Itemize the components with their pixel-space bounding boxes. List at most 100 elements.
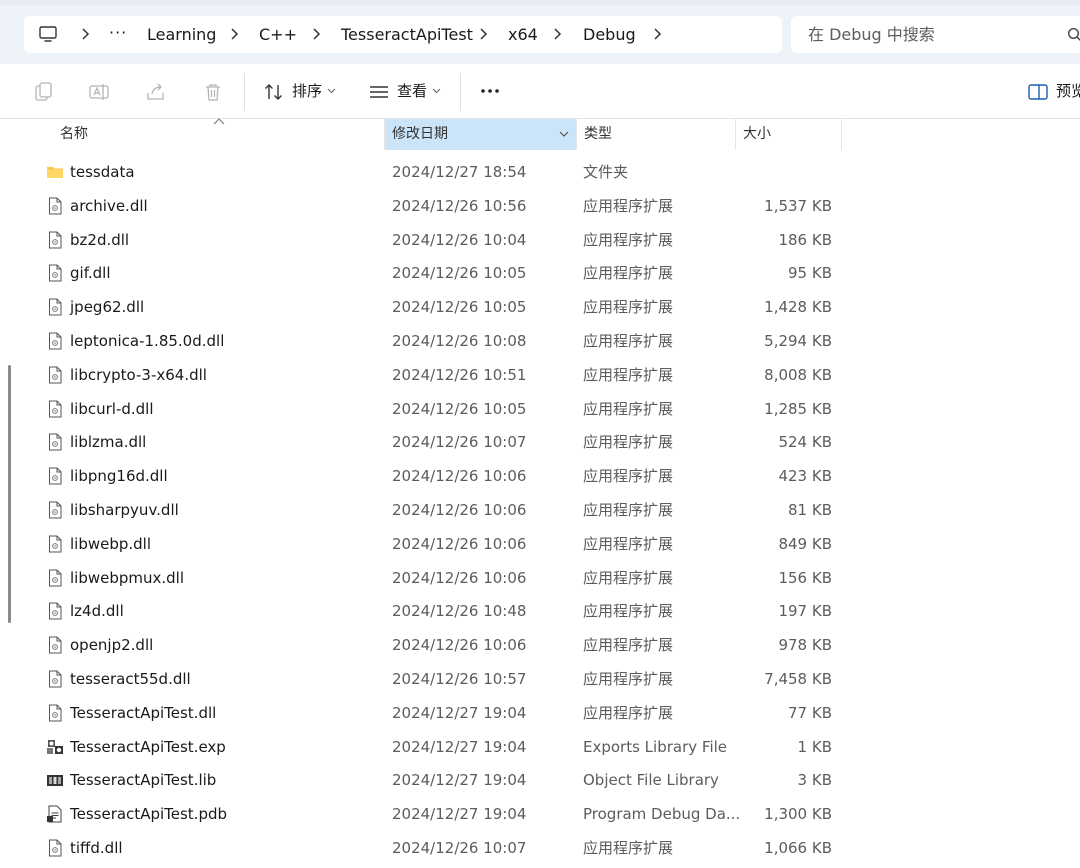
file-size: 1,285 KB: [764, 399, 832, 418]
file-row[interactable]: libsharpyuv.dll 2024/12/26 10:06 应用程序扩展 81 …: [20, 493, 1080, 527]
search-icon[interactable]: [1067, 27, 1080, 43]
file-name: tessdata: [70, 163, 135, 181]
chevron-right-icon[interactable]: [476, 26, 490, 42]
dll-file-icon: [46, 231, 64, 249]
command-bar: 排序 查看 预览: [0, 64, 1080, 119]
file-row[interactable]: TesseractApiTest.pdb 2024/12/27 19:04 Prog…: [20, 797, 1080, 831]
file-row[interactable]: TesseractApiTest.exp 2024/12/27 19:04 Expo…: [20, 730, 1080, 764]
file-type: 应用程序扩展: [583, 433, 674, 452]
copy-icon[interactable]: [32, 81, 54, 103]
column-separator[interactable]: [735, 119, 736, 150]
column-separator[interactable]: [384, 119, 385, 150]
dll-file-icon: [46, 535, 64, 553]
file-row[interactable]: TesseractApiTest.lib 2024/12/27 19:04 Obje…: [20, 763, 1080, 797]
vertical-scrollbar-thumb[interactable]: [8, 365, 11, 623]
share-icon[interactable]: [145, 81, 167, 103]
column-header-date[interactable]: 修改日期: [392, 119, 448, 150]
file-size: 95 KB: [788, 264, 832, 283]
file-row[interactable]: libwebp.dll 2024/12/26 10:06 应用程序扩展 849 KB: [20, 527, 1080, 561]
file-name: tiffd.dll: [70, 839, 123, 857]
chevron-right-icon[interactable]: [227, 26, 241, 42]
file-name: openjp2.dll: [70, 636, 154, 655]
file-row[interactable]: jpeg62.dll 2024/12/26 10:05 应用程序扩展 1,428 KB: [20, 290, 1080, 324]
chevron-down-icon[interactable]: [327, 88, 336, 94]
breadcrumb-segment-cpp[interactable]: C++: [259, 16, 297, 53]
file-size: 978 KB: [778, 636, 832, 655]
file-date: 2024/12/26 10:06: [392, 534, 527, 553]
sort-button[interactable]: 排序: [292, 64, 322, 118]
address-bar-region: ··· Learning C++ TesseractApiTest x64 De…: [0, 0, 1080, 65]
sort-icon[interactable]: [263, 81, 285, 103]
chevron-right-icon[interactable]: [650, 26, 664, 42]
file-row[interactable]: openjp2.dll 2024/12/26 10:06 应用程序扩展 978 KB: [20, 628, 1080, 662]
breadcrumb[interactable]: ··· Learning C++ TesseractApiTest x64 De…: [24, 16, 782, 53]
preview-pane-icon[interactable]: [1027, 81, 1049, 103]
column-separator[interactable]: [841, 119, 842, 150]
chevron-right-icon[interactable]: [78, 26, 92, 42]
file-size: 5,294 KB: [764, 332, 832, 350]
column-header-size[interactable]: 大小: [743, 119, 771, 150]
file-date: 2024/12/26 10:06: [392, 568, 527, 587]
file-row[interactable]: libpng16d.dll 2024/12/26 10:06 应用程序扩展 423 K…: [20, 459, 1080, 493]
file-row[interactable]: tesseract55d.dll 2024/12/26 10:57 应用程序扩展 7,…: [20, 662, 1080, 696]
file-name: archive.dll: [70, 196, 148, 215]
preview-button[interactable]: 预览: [1056, 64, 1080, 118]
chevron-right-icon[interactable]: [550, 26, 564, 42]
file-row[interactable]: archive.dll 2024/12/26 10:56 应用程序扩展 1,537 K…: [20, 189, 1080, 223]
search-placeholder: 在 Debug 中搜索: [808, 25, 935, 44]
file-row[interactable]: tessdata 2024/12/27 18:54 文件夹: [20, 155, 1080, 189]
sort-ascending-icon: [213, 118, 225, 125]
file-size: 77 KB: [788, 703, 832, 722]
dll-file-icon: [46, 670, 64, 688]
file-type: 应用程序扩展: [583, 670, 674, 688]
file-size: 197 KB: [778, 602, 832, 621]
breadcrumb-segment-tesseractapitest[interactable]: TesseractApiTest: [341, 16, 473, 53]
file-name: jpeg62.dll: [70, 298, 145, 317]
file-type: Program Debug Da...: [583, 805, 741, 824]
file-row[interactable]: tiffd.dll 2024/12/26 10:07 应用程序扩展 1,066 KB: [20, 831, 1080, 865]
breadcrumb-overflow[interactable]: ···: [109, 16, 127, 53]
exp-file-icon: [46, 738, 64, 756]
view-button[interactable]: 查看: [397, 64, 427, 118]
pdb-file-icon: [46, 805, 64, 823]
breadcrumb-segment-debug[interactable]: Debug: [583, 16, 636, 53]
file-row[interactable]: bz2d.dll 2024/12/26 10:04 应用程序扩展 186 KB: [20, 223, 1080, 257]
file-name: liblzma.dll: [70, 433, 147, 452]
file-row[interactable]: libcrypto-3-x64.dll 2024/12/26 10:51 应用程序扩…: [20, 358, 1080, 392]
view-icon[interactable]: [368, 81, 390, 103]
toolbar-divider: [460, 73, 461, 111]
breadcrumb-segment-learning[interactable]: Learning: [147, 16, 216, 53]
file-name: gif.dll: [70, 264, 111, 283]
search-input[interactable]: 在 Debug 中搜索: [791, 16, 1080, 53]
chevron-down-icon[interactable]: [559, 131, 569, 138]
file-row[interactable]: liblzma.dll 2024/12/26 10:07 应用程序扩展 524 KB: [20, 425, 1080, 459]
file-date: 2024/12/26 10:57: [392, 670, 527, 688]
file-type: 应用程序扩展: [583, 534, 674, 553]
column-separator[interactable]: [576, 119, 577, 150]
file-size: 1,537 KB: [764, 196, 832, 215]
chevron-down-icon[interactable]: [432, 88, 441, 94]
breadcrumb-segment-x64[interactable]: x64: [508, 16, 538, 53]
file-row[interactable]: TesseractApiTest.dll 2024/12/27 19:04 应用程序…: [20, 696, 1080, 730]
file-size: 1,066 KB: [764, 839, 832, 857]
rename-icon[interactable]: [88, 81, 110, 103]
delete-icon[interactable]: [202, 81, 224, 103]
column-header-type[interactable]: 类型: [584, 119, 612, 150]
column-header-name[interactable]: 名称: [60, 119, 88, 150]
lib-file-icon: [46, 771, 64, 789]
dll-file-icon: [46, 501, 64, 519]
this-pc-icon[interactable]: [38, 24, 58, 44]
file-row[interactable]: lz4d.dll 2024/12/26 10:48 应用程序扩展 197 KB: [20, 594, 1080, 628]
file-date: 2024/12/26 10:48: [392, 602, 527, 621]
file-type: 应用程序扩展: [583, 568, 674, 587]
folder-icon: [46, 163, 64, 181]
chevron-right-icon[interactable]: [309, 26, 323, 42]
file-date: 2024/12/26 10:56: [392, 196, 527, 215]
file-type: 应用程序扩展: [583, 839, 674, 857]
file-row[interactable]: gif.dll 2024/12/26 10:05 应用程序扩展 95 KB: [20, 256, 1080, 290]
file-type: 应用程序扩展: [583, 298, 674, 317]
file-row[interactable]: libcurl-d.dll 2024/12/26 10:05 应用程序扩展 1,285…: [20, 392, 1080, 426]
file-row[interactable]: libwebpmux.dll 2024/12/26 10:06 应用程序扩展 156 …: [20, 561, 1080, 595]
file-row[interactable]: leptonica-1.85.0d.dll 2024/12/26 10:08 应用程…: [20, 324, 1080, 358]
more-options-icon[interactable]: [479, 80, 501, 102]
